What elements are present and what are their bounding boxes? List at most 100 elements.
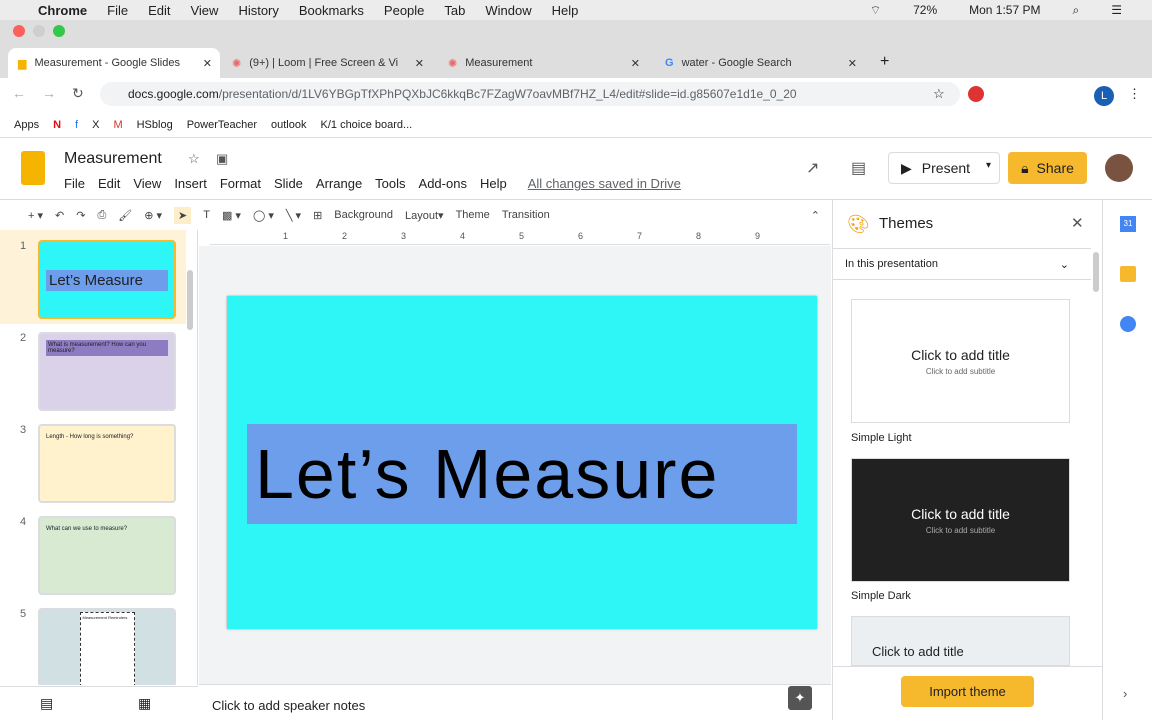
minimize-window-button[interactable] — [33, 25, 45, 37]
tab-slides[interactable]: ▆ Measurement - Google Slides ✕ — [8, 48, 220, 78]
slide-thumb-5[interactable]: Measurement Reminders — [38, 608, 176, 685]
grid-view-icon[interactable]: ▦ — [138, 695, 151, 712]
menu-file[interactable]: File — [107, 3, 128, 18]
activity-icon[interactable]: ↗ — [806, 158, 819, 178]
panel-scrollbar[interactable] — [1093, 252, 1099, 292]
bookmark-apps[interactable]: Apps — [14, 119, 39, 131]
share-button[interactable]: 🔒︎ Share — [1008, 152, 1087, 184]
slides-logo[interactable] — [21, 151, 45, 185]
netflix-icon[interactable]: N — [53, 119, 61, 131]
save-status[interactable]: All changes saved in Drive — [528, 176, 681, 191]
slide-thumb-2[interactable]: What is measurement? How can you measure… — [38, 332, 176, 411]
menu-bookmarks[interactable]: Bookmarks — [299, 3, 364, 18]
explore-icon[interactable]: ✦ — [788, 686, 812, 710]
battery-percent[interactable]: 72% — [913, 3, 937, 18]
forward-icon[interactable]: → — [42, 85, 56, 102]
menu-file[interactable]: File — [64, 176, 85, 191]
doc-title[interactable]: Measurement — [64, 150, 162, 168]
list-icon[interactable]: ☰ — [1111, 3, 1122, 18]
menu-addons[interactable]: Add-ons — [419, 176, 467, 191]
filmstrip-view-icon[interactable]: ▤ — [40, 695, 53, 712]
close-icon[interactable]: ✕ — [203, 57, 212, 70]
theme-button[interactable]: Theme — [456, 209, 490, 221]
present-dropdown[interactable]: ▾ — [986, 160, 991, 171]
line-icon[interactable]: ╲ ▾ — [286, 209, 301, 222]
filmstrip-scrollbar[interactable] — [187, 270, 193, 330]
slide-thumb-3[interactable]: Length - How long is something? — [38, 424, 176, 503]
theme-simple-dark[interactable]: Click to add title Click to add subtitle — [851, 458, 1070, 582]
x-icon[interactable]: X — [92, 119, 99, 131]
close-icon[interactable]: ✕ — [848, 57, 857, 70]
search-icon[interactable]: ⌕ — [1073, 3, 1080, 18]
clock[interactable]: Mon 1:57 PM — [969, 3, 1040, 18]
url-field[interactable]: docs.google.com/presentation/d/1LV6YBGpT… — [100, 82, 960, 106]
user-avatar[interactable] — [1105, 154, 1133, 182]
bookmark-powerteacher[interactable]: PowerTeacher — [187, 119, 257, 131]
menu-format[interactable]: Format — [220, 176, 261, 191]
slide-title-textbox[interactable]: Let’s Measure — [247, 424, 797, 524]
slide-thumb-1[interactable]: Let’s Measure — [38, 240, 176, 319]
background-button[interactable]: Background — [334, 209, 393, 221]
facebook-icon[interactable]: f — [75, 119, 78, 131]
layout-button[interactable]: Layout▾ — [405, 209, 444, 222]
present-button[interactable]: ▶ Present — [888, 152, 1000, 184]
keep-icon[interactable] — [1120, 266, 1136, 282]
close-icon[interactable]: ✕ — [631, 57, 640, 70]
close-window-button[interactable] — [13, 25, 25, 37]
bookmark-k1[interactable]: K/1 choice board... — [321, 119, 413, 131]
menu-edit[interactable]: Edit — [148, 3, 170, 18]
profile-avatar[interactable]: L — [1094, 86, 1114, 106]
bookmark-star-icon[interactable]: ☆ — [933, 86, 945, 102]
chrome-menu-icon[interactable]: ⋮ — [1128, 86, 1141, 102]
menu-tools[interactable]: Tools — [375, 176, 405, 191]
import-theme-button[interactable]: Import theme — [901, 676, 1034, 707]
new-tab-button[interactable]: + — [880, 53, 889, 71]
expand-panel-icon[interactable]: › — [1123, 686, 1127, 701]
star-icon[interactable]: ☆ — [188, 151, 200, 167]
reload-icon[interactable]: ↻ — [72, 85, 84, 102]
collapse-toolbar-icon[interactable]: ⌃ — [811, 209, 820, 222]
speaker-notes[interactable]: Click to add speaker notes — [199, 684, 831, 720]
select-icon[interactable]: ➤ — [174, 206, 192, 224]
textbox-icon[interactable]: T — [203, 209, 210, 221]
print-icon[interactable]: ⎙ — [97, 209, 106, 222]
bookmark-outlook[interactable]: outlook — [271, 119, 306, 131]
tab-measurement[interactable]: ✺ Measurement ✕ — [438, 48, 648, 78]
undo-icon[interactable]: ↶ — [55, 209, 64, 222]
menu-slide[interactable]: Slide — [274, 176, 303, 191]
menu-edit[interactable]: Edit — [98, 176, 120, 191]
tab-loom[interactable]: ✺ (9+) | Loom | Free Screen & Vi ✕ — [222, 48, 432, 78]
menu-window[interactable]: Window — [485, 3, 531, 18]
move-folder-icon[interactable]: ▣ — [216, 151, 228, 167]
zoom-icon[interactable]: ⊕ ▾ — [144, 209, 162, 222]
menu-view[interactable]: View — [133, 176, 161, 191]
gmail-icon[interactable]: M — [113, 119, 122, 131]
comment-icon[interactable]: ⊞ — [313, 209, 322, 222]
menu-people[interactable]: People — [384, 3, 424, 18]
close-icon[interactable]: ✕ — [1071, 214, 1084, 232]
menu-help[interactable]: Help — [552, 3, 579, 18]
menu-history[interactable]: History — [238, 3, 278, 18]
menu-help[interactable]: Help — [480, 176, 507, 191]
image-icon[interactable]: ▩ ▾ — [222, 209, 241, 222]
slide-thumb-4[interactable]: What can we use to measure? — [38, 516, 176, 595]
new-slide-icon[interactable]: + ▾ — [28, 209, 43, 222]
close-icon[interactable]: ✕ — [415, 57, 424, 70]
back-icon[interactable]: ← — [12, 85, 26, 102]
menu-tab[interactable]: Tab — [444, 3, 465, 18]
bookmark-hsblog[interactable]: HSblog — [137, 119, 173, 131]
theme-streamline[interactable]: Click to add title — [851, 616, 1070, 666]
calendar-icon[interactable]: 31 — [1120, 216, 1136, 232]
menu-chrome[interactable]: Chrome — [38, 3, 87, 18]
tasks-icon[interactable] — [1120, 316, 1136, 332]
theme-simple-light[interactable]: Click to add title Click to add subtitle — [851, 299, 1070, 423]
zoom-window-button[interactable] — [53, 25, 65, 37]
transition-button[interactable]: Transition — [502, 209, 550, 221]
adblock-icon[interactable] — [968, 86, 984, 102]
menu-arrange[interactable]: Arrange — [316, 176, 362, 191]
paint-format-icon[interactable]: 🖌︎ — [118, 209, 132, 222]
menu-insert[interactable]: Insert — [174, 176, 207, 191]
shape-icon[interactable]: ◯ ▾ — [253, 209, 274, 222]
redo-icon[interactable]: ↷ — [76, 209, 85, 222]
menu-view[interactable]: View — [190, 3, 218, 18]
